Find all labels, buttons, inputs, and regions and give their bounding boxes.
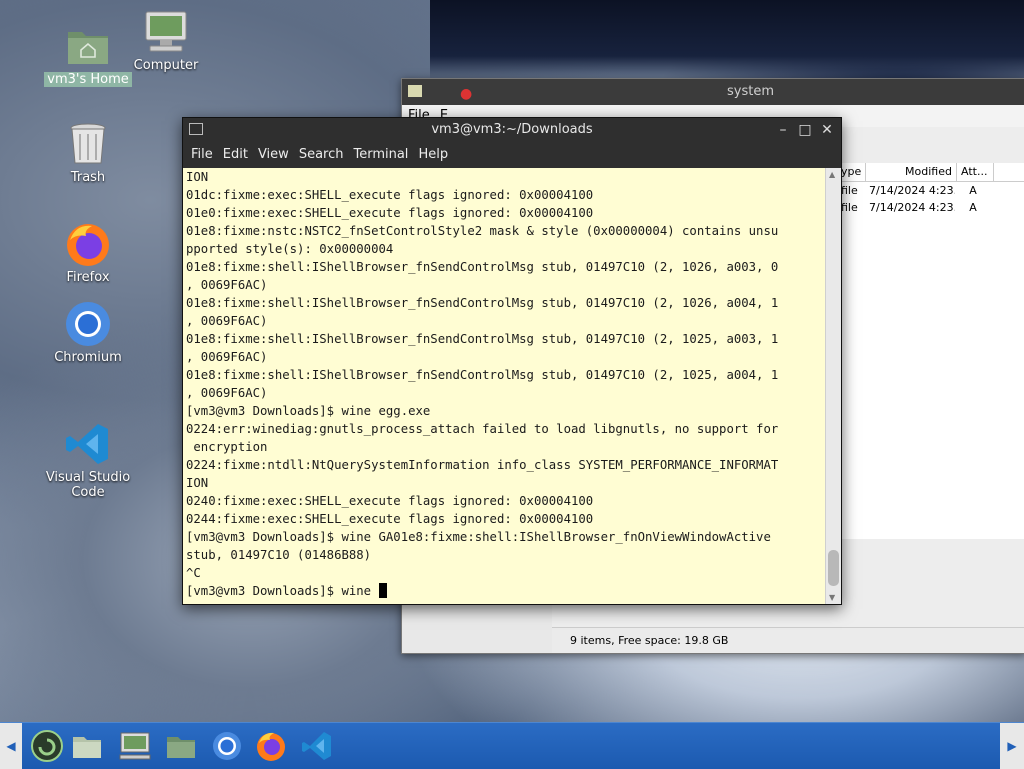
chromium-icon[interactable]	[210, 729, 244, 763]
terminal-line: [vm3@vm3 Downloads]$ wine GA01e8:fixme:s…	[186, 530, 771, 544]
file-modified: 7/14/2024 4:23...	[869, 201, 955, 214]
terminal-line: 01dc:fixme:exec:SHELL_execute flags igno…	[186, 188, 594, 202]
terminal-line: 01e8:fixme:shell:IShellBrowser_fnSendCon…	[186, 260, 779, 274]
home-folder-icon[interactable]	[164, 729, 198, 763]
taskbar: ◀ ▶	[0, 722, 1024, 769]
terminal-line: 0240:fixme:exec:SHELL_execute flags igno…	[186, 494, 594, 508]
terminal-line: ^C	[186, 566, 201, 580]
taskbar-scroll-right-icon[interactable]: ▶	[1000, 723, 1024, 769]
file-manager-titlebar[interactable]: ● system	[402, 79, 1024, 105]
location-pin-icon: ●	[460, 86, 473, 102]
home-folder-icon	[64, 22, 112, 70]
close-icon[interactable]: ✕	[819, 118, 835, 142]
taskbar-scroll-left-icon[interactable]: ◀	[0, 723, 22, 769]
terminal-text: ION 01dc:fixme:exec:SHELL_execute flags i…	[183, 168, 826, 582]
scroll-down-icon[interactable]: ▼	[829, 593, 835, 602]
maximize-icon[interactable]: □	[797, 118, 813, 142]
terminal-menubar: File Edit View Search Terminal Help	[183, 142, 841, 168]
menu-terminal[interactable]: Terminal	[348, 142, 413, 168]
desktop-icon-label: Chromium	[54, 350, 122, 365]
terminal-line: encryption	[186, 440, 268, 454]
desktop-icon-firefox[interactable]: Firefox	[38, 220, 138, 285]
column-attributes[interactable]: Att...	[957, 163, 994, 181]
desktop-icon-computer[interactable]: Computer	[116, 8, 216, 73]
file-attr: A	[969, 184, 977, 197]
menu-search[interactable]: Search	[294, 142, 349, 168]
terminal-line: 0224:err:winediag:gnutls_process_attach …	[186, 422, 779, 436]
firefox-icon[interactable]	[254, 729, 288, 763]
desktop-icon-chromium[interactable]: Chromium	[38, 300, 138, 365]
desktop-icon-label: Trash	[70, 170, 106, 185]
desktop-icon-trash[interactable]: Trash	[38, 120, 138, 185]
file-modified: 7/14/2024 4:23...	[869, 184, 955, 197]
desktop-icon-label: Firefox	[66, 270, 110, 285]
desktop-icon-vscode[interactable]: Visual Studio Code	[28, 420, 148, 500]
terminal-window[interactable]: vm3@vm3:~/Downloads – □ ✕ File Edit View…	[182, 117, 842, 605]
desktop-icon-label: Visual Studio Code	[45, 470, 131, 500]
terminal-line: , 0069F6AC)	[186, 314, 268, 328]
trash-icon	[64, 120, 112, 168]
terminal-line: stub, 01497C10 (01486B88)	[186, 548, 372, 562]
terminal-output[interactable]: ION 01dc:fixme:exec:SHELL_execute flags i…	[183, 168, 826, 604]
terminal-title: vm3@vm3:~/Downloads	[431, 122, 593, 137]
terminal-prompt-line[interactable]: [vm3@vm3 Downloads]$ wine	[183, 582, 826, 600]
file-attr: A	[969, 201, 977, 214]
file-manager-title: system	[727, 84, 774, 99]
menu-view[interactable]: View	[253, 142, 294, 168]
desktop-icon-label: vm3's Home	[44, 72, 132, 87]
terminal-line: , 0069F6AC)	[186, 386, 268, 400]
terminal-line: 0224:fixme:ntdll:NtQuerySystemInformatio…	[186, 458, 779, 472]
chromium-icon	[64, 300, 112, 348]
terminal-line: [vm3@vm3 Downloads]$ wine egg.exe	[186, 404, 431, 418]
terminal-line: ION	[186, 170, 209, 184]
terminal-line: 01e8:fixme:shell:IShellBrowser_fnSendCon…	[186, 296, 779, 310]
column-modified[interactable]: Modified	[866, 163, 957, 181]
file-manager-statusbar: 9 items, Free space: 19.8 GB	[552, 627, 1024, 653]
terminal-titlebar[interactable]: vm3@vm3:~/Downloads – □ ✕	[183, 118, 841, 142]
text-cursor	[378, 583, 387, 598]
menu-edit[interactable]: Edit	[218, 142, 253, 168]
terminal-line: 01e8:fixme:shell:IShellBrowser_fnSendCon…	[186, 368, 779, 382]
terminal-line: pported style(s): 0x00000004	[186, 242, 394, 256]
terminal-line: 01e8:fixme:shell:IShellBrowser_fnSendCon…	[186, 332, 779, 346]
window-controls: – □ ✕	[775, 118, 835, 142]
vscode-icon[interactable]	[300, 729, 334, 763]
file-list: ype Modified Att... file 7/14/2024 4:23.…	[837, 163, 1024, 539]
terminal-icon	[189, 123, 203, 135]
terminal-line: 01e0:fixme:exec:SHELL_execute flags igno…	[186, 206, 594, 220]
menu-file[interactable]: File	[186, 142, 218, 168]
menu-help[interactable]: Help	[413, 142, 453, 168]
terminal-line: , 0069F6AC)	[186, 278, 268, 292]
terminal-line: 0244:fixme:exec:SHELL_execute flags igno…	[186, 512, 594, 526]
terminal-line: ION	[186, 476, 209, 490]
minimize-icon[interactable]: –	[775, 118, 791, 142]
computer-icon[interactable]	[118, 729, 152, 763]
terminal-line: , 0069F6AC)	[186, 350, 268, 364]
file-list-header: ype Modified Att...	[837, 163, 1024, 182]
folder-icon	[408, 85, 422, 97]
table-row[interactable]: file 7/14/2024 4:23... A	[837, 182, 1024, 199]
vscode-icon	[64, 420, 112, 468]
table-row[interactable]: file 7/14/2024 4:23... A	[837, 199, 1024, 216]
terminal-prompt: [vm3@vm3 Downloads]$ wine	[186, 584, 379, 598]
scroll-up-icon[interactable]: ▲	[829, 170, 835, 179]
firefox-icon	[64, 220, 112, 268]
terminal-scrollbar[interactable]: ▲ ▼	[825, 168, 841, 604]
start-menu-icon[interactable]	[30, 729, 64, 763]
scrollbar-thumb[interactable]	[828, 550, 839, 586]
show-desktop-icon[interactable]	[70, 729, 104, 763]
computer-icon	[142, 8, 190, 56]
terminal-line: 01e8:fixme:nstc:NSTC2_fnSetControlStyle2…	[186, 224, 779, 238]
wallpaper-space	[430, 0, 1024, 80]
desktop-icon-label: Computer	[133, 58, 199, 73]
